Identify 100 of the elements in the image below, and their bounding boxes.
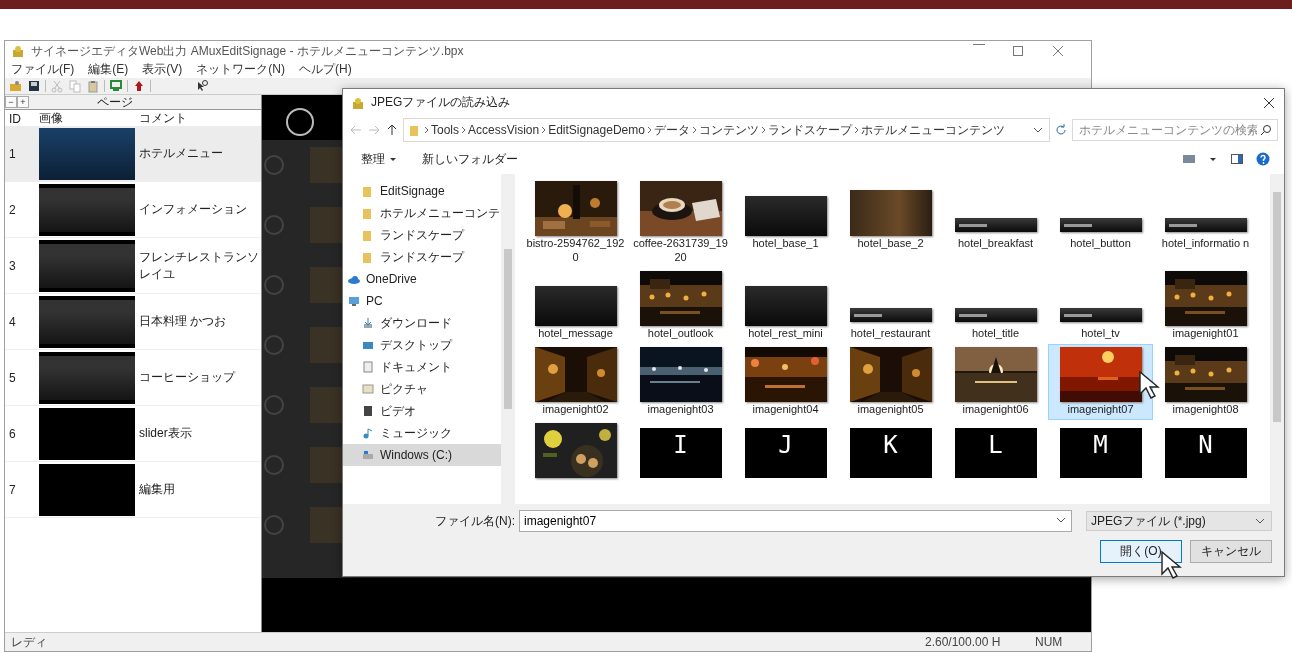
- file-item[interactable]: hotel_informatio n: [1153, 178, 1258, 268]
- file-item[interactable]: I: [628, 420, 733, 482]
- column-header: 画像: [39, 110, 64, 127]
- page-row[interactable]: 2 インフォメーション: [5, 182, 261, 238]
- file-item[interactable]: hotel_message: [523, 268, 628, 344]
- nav-item[interactable]: ピクチャ: [343, 378, 501, 400]
- app-icon: [351, 95, 365, 110]
- column-header: コメント: [139, 110, 188, 127]
- menu-item[interactable]: ファイル(F): [11, 61, 75, 78]
- nav-item[interactable]: ミュージック: [343, 422, 501, 444]
- file-item[interactable]: hotel_outlook: [628, 268, 733, 344]
- nav-item[interactable]: ダウンロード: [343, 312, 501, 334]
- file-item[interactable]: M: [1048, 420, 1153, 482]
- breadcrumb-item[interactable]: コンテンツ: [698, 121, 759, 139]
- file-item[interactable]: imagenight05: [838, 344, 943, 420]
- file-item[interactable]: imagenight08: [1153, 344, 1258, 420]
- page-row[interactable]: 1 ホテルメニュー: [5, 126, 261, 182]
- page-comment: slider表示: [139, 425, 193, 442]
- expand-button[interactable]: +: [17, 96, 29, 108]
- file-item[interactable]: imagenight04: [733, 344, 838, 420]
- computer-icon: [347, 294, 361, 308]
- letter-thumbnail: L: [954, 428, 1037, 478]
- file-item[interactable]: hotel_breakfast: [943, 178, 1048, 268]
- nav-item[interactable]: PC: [343, 290, 501, 312]
- scrollbar[interactable]: [1270, 174, 1284, 504]
- ring-icon: [264, 155, 284, 175]
- file-item[interactable]: hotel_tv: [1048, 268, 1153, 344]
- nav-item[interactable]: ランドスケープ: [343, 246, 501, 268]
- file-item[interactable]: imagenight02: [523, 344, 628, 420]
- cut-icon: [50, 79, 64, 93]
- page-row[interactable]: 5 コーヒーショップ: [5, 350, 261, 406]
- nav-item[interactable]: ホテルメニューコンテ: [343, 202, 501, 224]
- file-name: hotel_breakfast: [956, 236, 1035, 250]
- file-item[interactable]: imagenight07: [1048, 344, 1153, 420]
- paste-icon: [86, 79, 100, 93]
- nav-item[interactable]: EditSignage: [343, 180, 501, 202]
- file-item[interactable]: J: [733, 420, 838, 482]
- file-item[interactable]: coffee-2631739_1920: [628, 178, 733, 268]
- row-id: 4: [9, 314, 17, 329]
- row-id: 6: [9, 426, 17, 441]
- breadcrumb-item[interactable]: ランドスケープ: [767, 121, 852, 139]
- page-row[interactable]: 6 slider表示: [5, 406, 261, 462]
- letter-thumbnail: I: [639, 428, 722, 478]
- document-icon: [361, 360, 375, 374]
- file-name: imagenight04: [751, 402, 820, 416]
- breadcrumb-item[interactable]: EditSignageDemo: [548, 123, 645, 137]
- status-num: NUM: [1035, 635, 1064, 649]
- breadcrumb-item[interactable]: AccessVision: [468, 123, 540, 137]
- page-row[interactable]: 7 編集用: [5, 462, 261, 518]
- address-bar[interactable]: Tools AccessVision EditSignageDemo データ コンテンツ ランドスケープ ホテルメニューコンテンツ: [403, 118, 1050, 142]
- chevron-icon: [853, 124, 859, 136]
- file-item[interactable]: K: [838, 420, 943, 482]
- breadcrumb-item[interactable]: ホテルメニューコンテンツ: [860, 121, 1005, 139]
- nav-item[interactable]: ランドスケープ: [343, 224, 501, 246]
- dialog-button[interactable]: キャンセル: [1190, 540, 1272, 563]
- ring-icon: [264, 215, 284, 235]
- file-item[interactable]: N: [1153, 420, 1258, 482]
- chevron-icon: [646, 124, 652, 136]
- menu-item[interactable]: 編集(E): [88, 61, 129, 78]
- file-item[interactable]: L: [943, 420, 1048, 482]
- file-item[interactable]: imagenight03: [628, 344, 733, 420]
- page-row[interactable]: 3 フレンチレストランソレイユ: [5, 238, 261, 294]
- collapse-button[interactable]: −: [5, 96, 17, 108]
- breadcrumb-item[interactable]: データ: [653, 121, 690, 139]
- file-item[interactable]: bistro-2594762_1920: [523, 178, 628, 268]
- file-item[interactable]: imagenight01: [1153, 268, 1258, 344]
- status-position: 2.60/100.00 H: [925, 635, 1002, 649]
- help-icon: [1256, 152, 1270, 166]
- file-type-dropdown[interactable]: JPEGファイル (*.jpg): [1086, 511, 1272, 531]
- menu-item[interactable]: 表示(V): [142, 61, 183, 78]
- ring-icon: [264, 515, 284, 535]
- breadcrumb-item[interactable]: Tools: [431, 123, 459, 137]
- file-item[interactable]: hotel_title: [943, 268, 1048, 344]
- file-name-field[interactable]: imagenight07: [519, 510, 1072, 532]
- help-pointer-icon: [195, 79, 209, 93]
- file-item[interactable]: hotel_rest_mini: [733, 268, 838, 344]
- chevron-icon: [760, 124, 766, 136]
- file-item[interactable]: hotel_button: [1048, 178, 1153, 268]
- page-row[interactable]: 4 日本料理 かつお: [5, 294, 261, 350]
- back-arrow-icon: [349, 123, 363, 137]
- file-item[interactable]: imagenight06: [943, 344, 1048, 420]
- dialog-button[interactable]: 開く(O): [1100, 540, 1182, 563]
- nav-item[interactable]: ドキュメント: [343, 356, 501, 378]
- menu-item[interactable]: ネットワーク(N): [196, 61, 285, 78]
- file-item[interactable]: hotel_base_1: [733, 178, 838, 268]
- file-name: hotel_base_2: [856, 236, 925, 250]
- menu-item[interactable]: ヘルプ(H): [299, 61, 352, 78]
- nav-item[interactable]: Windows (C:): [343, 444, 501, 466]
- file-item[interactable]: hotel_base_2: [838, 178, 943, 268]
- nav-item[interactable]: ビデオ: [343, 400, 501, 422]
- row-id: 5: [9, 370, 17, 385]
- new-folder-button[interactable]: 新しいフォルダー: [418, 148, 522, 170]
- file-item[interactable]: hotel_restaurant: [838, 268, 943, 344]
- ring-icon: [264, 275, 284, 295]
- nav-item[interactable]: OneDrive: [343, 268, 501, 290]
- file-name: hotel_title: [970, 326, 1021, 340]
- nav-item[interactable]: デスクトップ: [343, 334, 501, 356]
- organize-button[interactable]: 整理: [357, 148, 402, 170]
- scrollbar[interactable]: [501, 174, 515, 504]
- close-icon: [1051, 44, 1065, 58]
